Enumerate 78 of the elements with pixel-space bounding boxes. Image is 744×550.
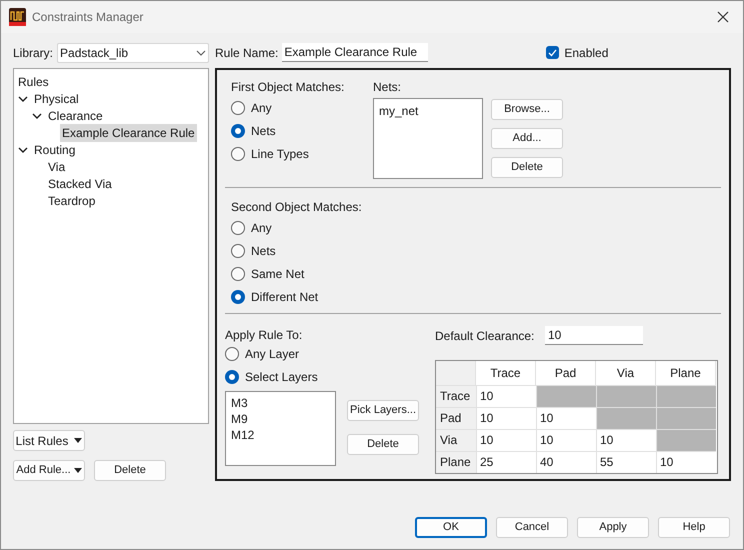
radio-button[interactable] [225,370,239,384]
radio-label: Select Layers [245,369,318,386]
enabled-label: Enabled [564,44,608,62]
chevron-down-icon [196,50,206,56]
table-corner-cell [436,360,476,385]
nets-label: Nets: [373,78,402,94]
radio-label: Nets [251,123,276,140]
button[interactable]: OK [415,517,487,538]
tree-item[interactable]: Example Clearance Rule [60,124,197,142]
button[interactable]: Help [658,517,730,538]
tree-item[interactable]: Physical [32,90,81,108]
tree-item[interactable]: Teardrop [46,192,98,210]
checkbox[interactable] [546,46,560,60]
row-header: Pad [436,406,476,429]
table-cell[interactable]: 10 [596,428,656,451]
window-title: Constraints Manager [32,9,144,26]
tree-item[interactable]: Clearance [46,106,105,124]
list-item[interactable]: M12 [231,426,330,443]
library-label: Library: [13,45,54,62]
button[interactable]: Apply [577,517,649,538]
radio-button[interactable] [231,244,245,258]
list-item[interactable]: my_net [379,102,477,120]
chevron-down-icon[interactable] [32,110,42,120]
table-cell[interactable]: 10 [536,428,596,451]
caret-icon [74,438,82,443]
row-header: Trace [436,384,476,407]
list-item[interactable]: M3 [231,394,330,411]
tree-root: Rules [17,74,50,90]
table-cell[interactable]: 10 [536,406,596,429]
radio-button[interactable] [231,290,245,304]
radio-button[interactable] [231,124,245,138]
button[interactable]: Delete [347,434,419,455]
button[interactable]: Cancel [496,517,568,538]
default-clearance-field[interactable]: 10 [545,326,643,346]
button[interactable]: Delete [94,460,166,481]
radio-label: Any Layer [245,346,300,364]
radio-label: Any [251,100,272,118]
table-cell[interactable]: 40 [536,450,596,473]
table-cell[interactable]: 10 [656,450,716,473]
section-label: Apply Rule To: [225,326,304,342]
table-cell[interactable]: 10 [476,428,536,451]
button[interactable]: Pick Layers... [347,400,419,421]
button[interactable]: Browse... [491,98,563,120]
add-rule-button[interactable]: Add Rule... [13,460,85,481]
table-cell[interactable]: 10 [476,406,536,429]
chevron-down-icon[interactable] [18,94,28,104]
radio-label: Nets [251,243,276,260]
list-rules-button[interactable]: List Rules [13,430,85,451]
tree-item[interactable]: Stacked Via [46,174,114,192]
tree-item[interactable]: Via [46,158,68,176]
list-item[interactable]: M9 [231,410,330,427]
radio-label: Any [251,220,272,238]
radio-label: Line Types [251,146,309,164]
section-label: First Object Matches: [231,78,346,94]
rule-name-field[interactable]: Example Clearance Rule [282,43,428,62]
library-dropdown[interactable]: Padstack_lib [57,43,209,63]
radio-button[interactable] [231,147,245,162]
table-cell[interactable]: 55 [596,450,656,473]
row-header: Via [436,428,476,451]
radio-button[interactable] [231,221,245,236]
row-header: Plane [436,450,476,473]
button[interactable]: Add... [491,128,563,149]
caret-icon [74,468,82,473]
rule-name-label: Rule Name: [215,44,278,62]
section-label: Second Object Matches: [231,198,363,214]
radio-label: Same Net [251,266,304,284]
app-logo-icon [9,8,26,26]
radio-label: Different Net [251,289,318,306]
radio-button[interactable] [225,347,239,362]
tree-item[interactable]: Routing [32,140,78,158]
button[interactable]: Delete [491,156,563,178]
close-icon[interactable] [717,11,729,23]
radio-button[interactable] [231,267,245,282]
default-clearance-label: Default Clearance: [435,328,536,345]
table-cell[interactable]: 10 [476,384,536,407]
chevron-down-icon[interactable] [18,144,28,154]
radio-button[interactable] [231,101,245,116]
table-cell[interactable]: 25 [476,450,536,473]
